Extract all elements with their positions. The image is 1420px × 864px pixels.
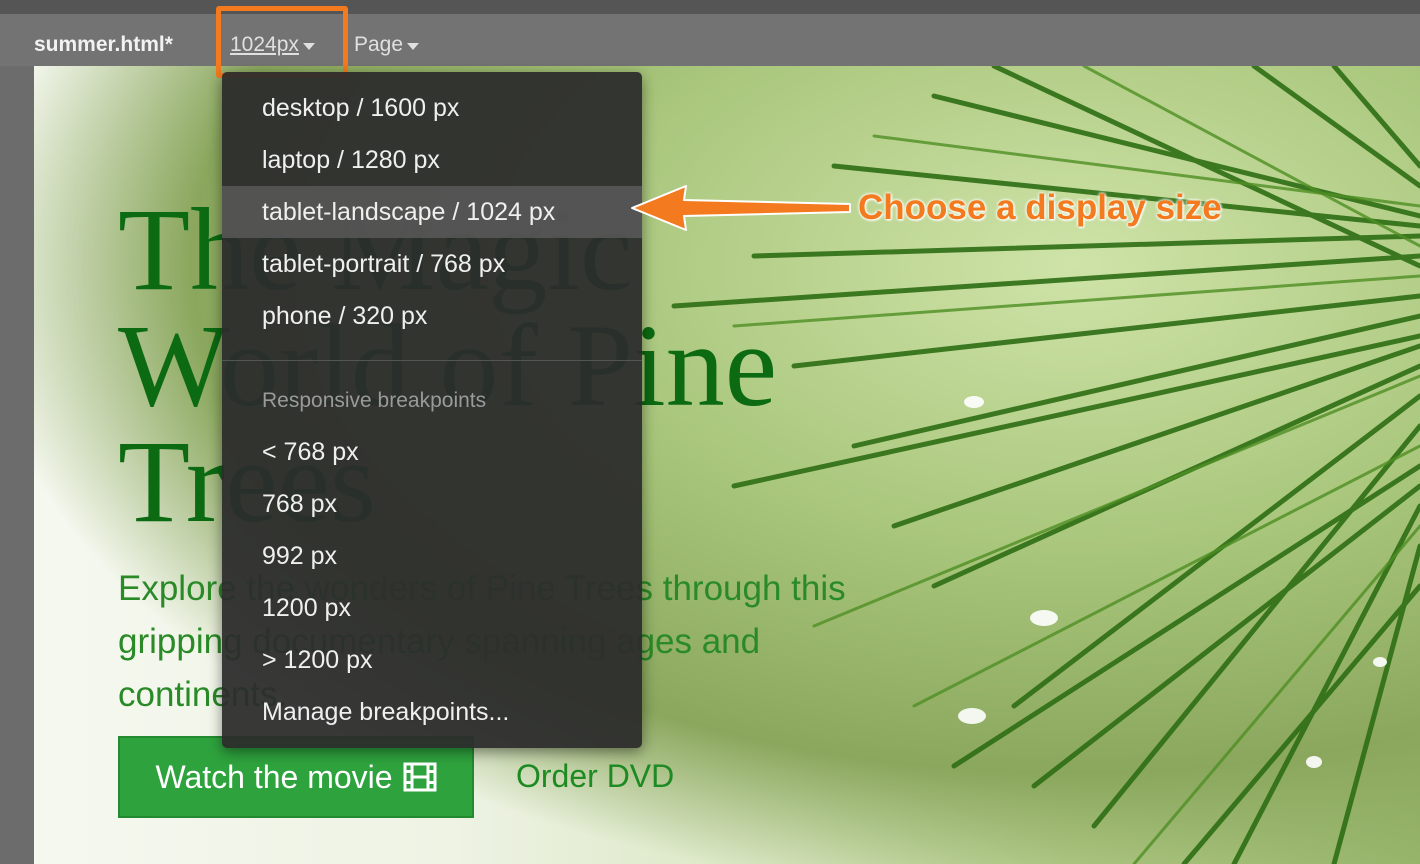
document-title[interactable]: summer.html* xyxy=(34,33,173,57)
top-strip xyxy=(0,0,1420,14)
menu-item-desktop[interactable]: desktop / 1600 px xyxy=(222,82,642,134)
menu-item-breakpoint-992[interactable]: 992 px xyxy=(222,530,642,582)
document-tab-bar xyxy=(0,14,1420,66)
menu-item-tablet-landscape[interactable]: tablet-landscape / 1024 px xyxy=(222,186,642,238)
order-dvd-link[interactable]: Order DVD xyxy=(516,756,674,796)
menu-item-manage-breakpoints[interactable]: Manage breakpoints... xyxy=(222,686,642,738)
left-gutter xyxy=(0,14,34,864)
menu-item-breakpoint-1200[interactable]: 1200 px xyxy=(222,582,642,634)
callout-text: Choose a display size xyxy=(858,188,1222,227)
breakpoints-header: Responsive breakpoints xyxy=(262,389,487,412)
size-selector-highlight xyxy=(216,6,348,78)
menu-item-breakpoint-lt-768[interactable]: < 768 px xyxy=(222,426,642,478)
app-window: summer.html* 1024px Page The Pine Explor… xyxy=(0,0,1420,864)
chevron-down-icon xyxy=(407,42,420,50)
menu-divider xyxy=(222,360,642,361)
menu-item-laptop[interactable]: laptop / 1280 px xyxy=(222,134,642,186)
menu-item-breakpoint-gt-1200[interactable]: > 1200 px xyxy=(222,634,642,686)
menu-item-breakpoint-768[interactable]: 768 px xyxy=(222,478,642,530)
watch-movie-button[interactable]: Watch the movie xyxy=(118,736,474,818)
menu-item-tablet-portrait[interactable]: tablet-portrait / 768 px xyxy=(222,238,642,290)
display-size-dropdown: desktop / 1600 px laptop / 1280 px table… xyxy=(222,72,642,748)
watch-movie-label: Watch the movie xyxy=(155,758,393,795)
callout-arrow xyxy=(631,185,851,231)
film-icon xyxy=(403,762,437,792)
page-menu[interactable]: Page xyxy=(354,33,420,57)
menu-item-phone[interactable]: phone / 320 px xyxy=(222,290,642,342)
page-menu-label: Page xyxy=(354,33,404,56)
